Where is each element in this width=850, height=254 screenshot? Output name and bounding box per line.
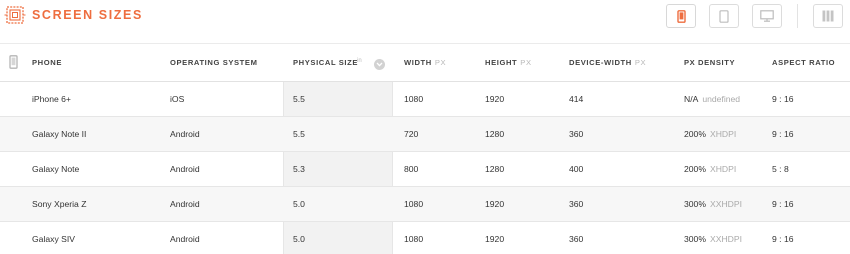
cell-density: 200% XHDPI [684, 164, 737, 174]
device-column-icon [9, 55, 18, 69]
column-header-width[interactable]: WIDTH PX [404, 58, 446, 67]
cell-device-width: 360 [569, 234, 584, 244]
cell-os: Android [170, 199, 200, 209]
table-row[interactable]: Galaxy SIV Android 5.0 1080 1920 360 300… [0, 222, 850, 254]
cell-device-width: 400 [569, 164, 584, 174]
phone-icon [676, 9, 686, 23]
cell-physical-size: 5.0 [293, 234, 305, 244]
cell-aspect-ratio: 5 : 8 [772, 164, 789, 174]
cell-width: 720 [404, 129, 419, 139]
chevron-down-icon [376, 62, 383, 67]
cell-density: 300% XXHDPI [684, 234, 742, 244]
cell-height: 1920 [485, 199, 505, 209]
cell-device-width: 360 [569, 129, 584, 139]
cell-width: 1080 [404, 94, 424, 104]
sort-toggle-button[interactable] [374, 59, 385, 70]
cell-os: Android [170, 129, 200, 139]
logo-icon [4, 6, 26, 24]
monitor-icon [760, 10, 774, 22]
columns-icon [822, 10, 834, 22]
cell-device-width: 360 [569, 199, 584, 209]
cell-width: 800 [404, 164, 419, 174]
tablet-icon [719, 9, 729, 23]
column-header-device-width[interactable]: DEVICE-WIDTH PX [569, 58, 646, 67]
column-header-height[interactable]: HEIGHT PX [485, 58, 532, 67]
column-header-os[interactable]: OPERATING SYSTEM [170, 58, 258, 67]
cell-physical-size: 5.0 [293, 199, 305, 209]
column-header-aspect-ratio[interactable]: ASPECT RATIO [772, 58, 835, 67]
cell-phone: Galaxy Note II [32, 129, 87, 139]
cell-height: 1920 [485, 94, 505, 104]
table-row[interactable]: iPhone 6+ iOS 5.5 1080 1920 414 N/A undef… [0, 82, 850, 117]
table-row[interactable]: Galaxy Note II Android 5.5 720 1280 360 … [0, 117, 850, 152]
physical-size-unit: in [357, 58, 362, 64]
cell-physical-size: 5.5 [293, 129, 305, 139]
top-bar: SCREEN SIZES [0, 0, 850, 44]
column-header-physical-size[interactable]: PHYSICAL SIZE [293, 58, 358, 67]
cell-aspect-ratio: 9 : 16 [772, 199, 794, 209]
toolbar-divider [797, 4, 798, 28]
cell-width: 1080 [404, 234, 424, 244]
columns-view-button[interactable] [813, 4, 843, 28]
cell-phone: Galaxy Note [32, 164, 80, 174]
phone-view-button[interactable] [666, 4, 696, 28]
cell-density: 300% XXHDPI [684, 199, 742, 209]
cell-width: 1080 [404, 199, 424, 209]
cell-phone: Galaxy SIV [32, 234, 75, 244]
brand-title: SCREEN SIZES [32, 8, 143, 22]
desktop-view-button[interactable] [752, 4, 782, 28]
cell-aspect-ratio: 9 : 16 [772, 234, 794, 244]
cell-phone: Sony Xperia Z [32, 199, 87, 209]
tablet-view-button[interactable] [709, 4, 739, 28]
table-row[interactable]: Galaxy Note Android 5.3 800 1280 400 200… [0, 152, 850, 187]
cell-aspect-ratio: 9 : 16 [772, 129, 794, 139]
cell-os: Android [170, 164, 200, 174]
cell-os: iOS [170, 94, 185, 104]
cell-density: N/A undefined [684, 94, 741, 104]
cell-aspect-ratio: 9 : 16 [772, 94, 794, 104]
cell-phone: iPhone 6+ [32, 94, 71, 104]
table-header: PHONE OPERATING SYSTEM PHYSICAL SIZE in … [0, 44, 850, 82]
cell-density: 200% XHDPI [684, 129, 737, 139]
column-header-px-density[interactable]: PX DENSITY [684, 58, 735, 67]
cell-height: 1920 [485, 234, 505, 244]
table-row[interactable]: Sony Xperia Z Android 5.0 1080 1920 360 … [0, 187, 850, 222]
cell-os: Android [170, 234, 200, 244]
cell-device-width: 414 [569, 94, 584, 104]
cell-height: 1280 [485, 164, 505, 174]
cell-physical-size: 5.5 [293, 94, 305, 104]
cell-height: 1280 [485, 129, 505, 139]
column-header-phone[interactable]: PHONE [32, 58, 62, 67]
cell-physical-size: 5.3 [293, 164, 305, 174]
